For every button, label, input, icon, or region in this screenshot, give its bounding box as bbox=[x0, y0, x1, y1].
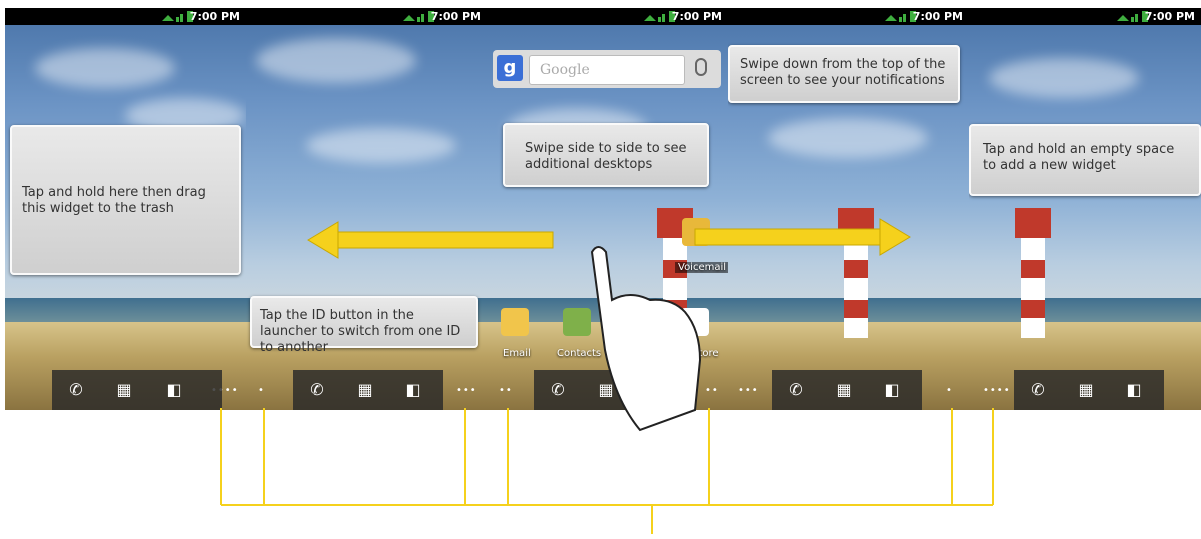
apps-grid-icon[interactable]: ▦ bbox=[834, 380, 854, 400]
apps-grid-icon[interactable]: ▦ bbox=[596, 380, 616, 400]
phone-icon[interactable]: ✆ bbox=[307, 380, 327, 400]
page-indicator[interactable]: •• bbox=[499, 385, 513, 396]
id-icon[interactable]: ◧ bbox=[164, 380, 184, 400]
tip-drag-widget[interactable]: Tap and hold here then drag this widget … bbox=[10, 125, 241, 275]
apps-grid-icon[interactable]: ▦ bbox=[114, 380, 134, 400]
status-time: 7:00 PM bbox=[1144, 10, 1195, 23]
home-screen-panel-2: 7:00 PM Tap the ID button in the launche… bbox=[246, 8, 487, 410]
email-label: Email bbox=[503, 348, 531, 359]
google-search-widget[interactable]: g Google bbox=[493, 50, 721, 88]
status-time: 7:00 PM bbox=[671, 10, 722, 23]
play-store-label: y Store bbox=[683, 348, 719, 359]
home-screen-panel-4: 7:00 PM Swipe down from the top of the s… bbox=[728, 8, 969, 410]
status-time: 7:00 PM bbox=[189, 10, 240, 23]
page-indicator[interactable]: ••• bbox=[456, 385, 477, 396]
page-indicator[interactable]: •• bbox=[705, 385, 719, 396]
tip-add-widget[interactable]: Tap and hold an empty space to add a new… bbox=[969, 124, 1201, 196]
phone-icon[interactable]: ✆ bbox=[786, 380, 806, 400]
search-input[interactable]: Google bbox=[529, 55, 685, 85]
status-time: 7:00 PM bbox=[430, 10, 481, 23]
page-indicator[interactable]: •••• bbox=[983, 385, 1011, 396]
id-icon[interactable]: ◧ bbox=[1124, 380, 1144, 400]
tip-text: Tap and hold an empty space to add a new… bbox=[983, 142, 1175, 173]
tip-text: Tap the ID button in the launcher to swi… bbox=[260, 308, 461, 355]
id-icon[interactable]: ◧ bbox=[882, 380, 902, 400]
page-indicator[interactable]: ••• bbox=[738, 385, 759, 396]
mic-icon[interactable] bbox=[695, 58, 707, 76]
launcher-dock: ✆ ▦ ◧ bbox=[772, 370, 922, 410]
phone-icon[interactable]: ✆ bbox=[66, 380, 86, 400]
contacts-app-icon[interactable] bbox=[563, 308, 591, 336]
tip-text: Swipe down from the top of the screen to… bbox=[740, 57, 946, 88]
launcher-dock: ✆ ▦ ◧ bbox=[293, 370, 443, 410]
status-bar: 7:00 PM bbox=[969, 8, 1201, 25]
status-bar: 7:00 PM bbox=[246, 8, 487, 25]
page-indicator[interactable]: • bbox=[946, 385, 953, 396]
voicemail-app-icon[interactable] bbox=[682, 218, 710, 246]
tip-text: Swipe side to side to see additional des… bbox=[525, 141, 687, 172]
home-screen-panel-1: 7:00 PM Tap and hold here then drag this… bbox=[5, 8, 246, 410]
status-bar: 7:00 PM bbox=[5, 8, 246, 25]
sea bbox=[5, 298, 246, 322]
search-placeholder: Google bbox=[540, 62, 590, 78]
page-indicator[interactable]: • bbox=[258, 385, 265, 396]
status-bar: 7:00 PM bbox=[728, 8, 969, 25]
tip-swipe-desktops[interactable]: Swipe side to side to see additional des… bbox=[503, 123, 709, 187]
voicemail-label: Voicemail bbox=[675, 262, 728, 273]
phone-icon[interactable]: ✆ bbox=[548, 380, 568, 400]
tip-text: Tap and hold here then drag this widget … bbox=[22, 185, 206, 216]
phone-icon[interactable]: ✆ bbox=[1028, 380, 1048, 400]
contacts-label: Contacts bbox=[557, 348, 602, 359]
launcher-dock: ✆ ▦ ◧ bbox=[52, 370, 222, 410]
home-screen-panel-5: 7:00 PM Tap and hold an empty space to a… bbox=[969, 8, 1201, 410]
id-icon[interactable]: ◧ bbox=[403, 380, 423, 400]
callout-lines bbox=[220, 408, 994, 534]
apps-grid-icon[interactable]: ▦ bbox=[1076, 380, 1096, 400]
tip-id-button[interactable]: Tap the ID button in the launcher to swi… bbox=[250, 296, 478, 355]
home-screen-panel-3: 7:00 PM g Google Swipe side to side to s… bbox=[487, 8, 728, 410]
tip-notifications[interactable]: Swipe down from the top of the screen to… bbox=[728, 45, 960, 103]
launcher-dock: ✆ ▦ ◧ bbox=[1014, 370, 1164, 410]
sea bbox=[969, 298, 1201, 322]
apps-grid-icon[interactable]: ▦ bbox=[355, 380, 375, 400]
status-bar: 7:00 PM bbox=[487, 8, 728, 25]
email-app-icon[interactable] bbox=[501, 308, 529, 336]
launcher-dock: ✆ ▦ bbox=[534, 370, 684, 410]
google-icon[interactable]: g bbox=[497, 55, 523, 81]
status-time: 7:00 PM bbox=[912, 10, 963, 23]
play-store-app-icon[interactable] bbox=[681, 308, 709, 336]
